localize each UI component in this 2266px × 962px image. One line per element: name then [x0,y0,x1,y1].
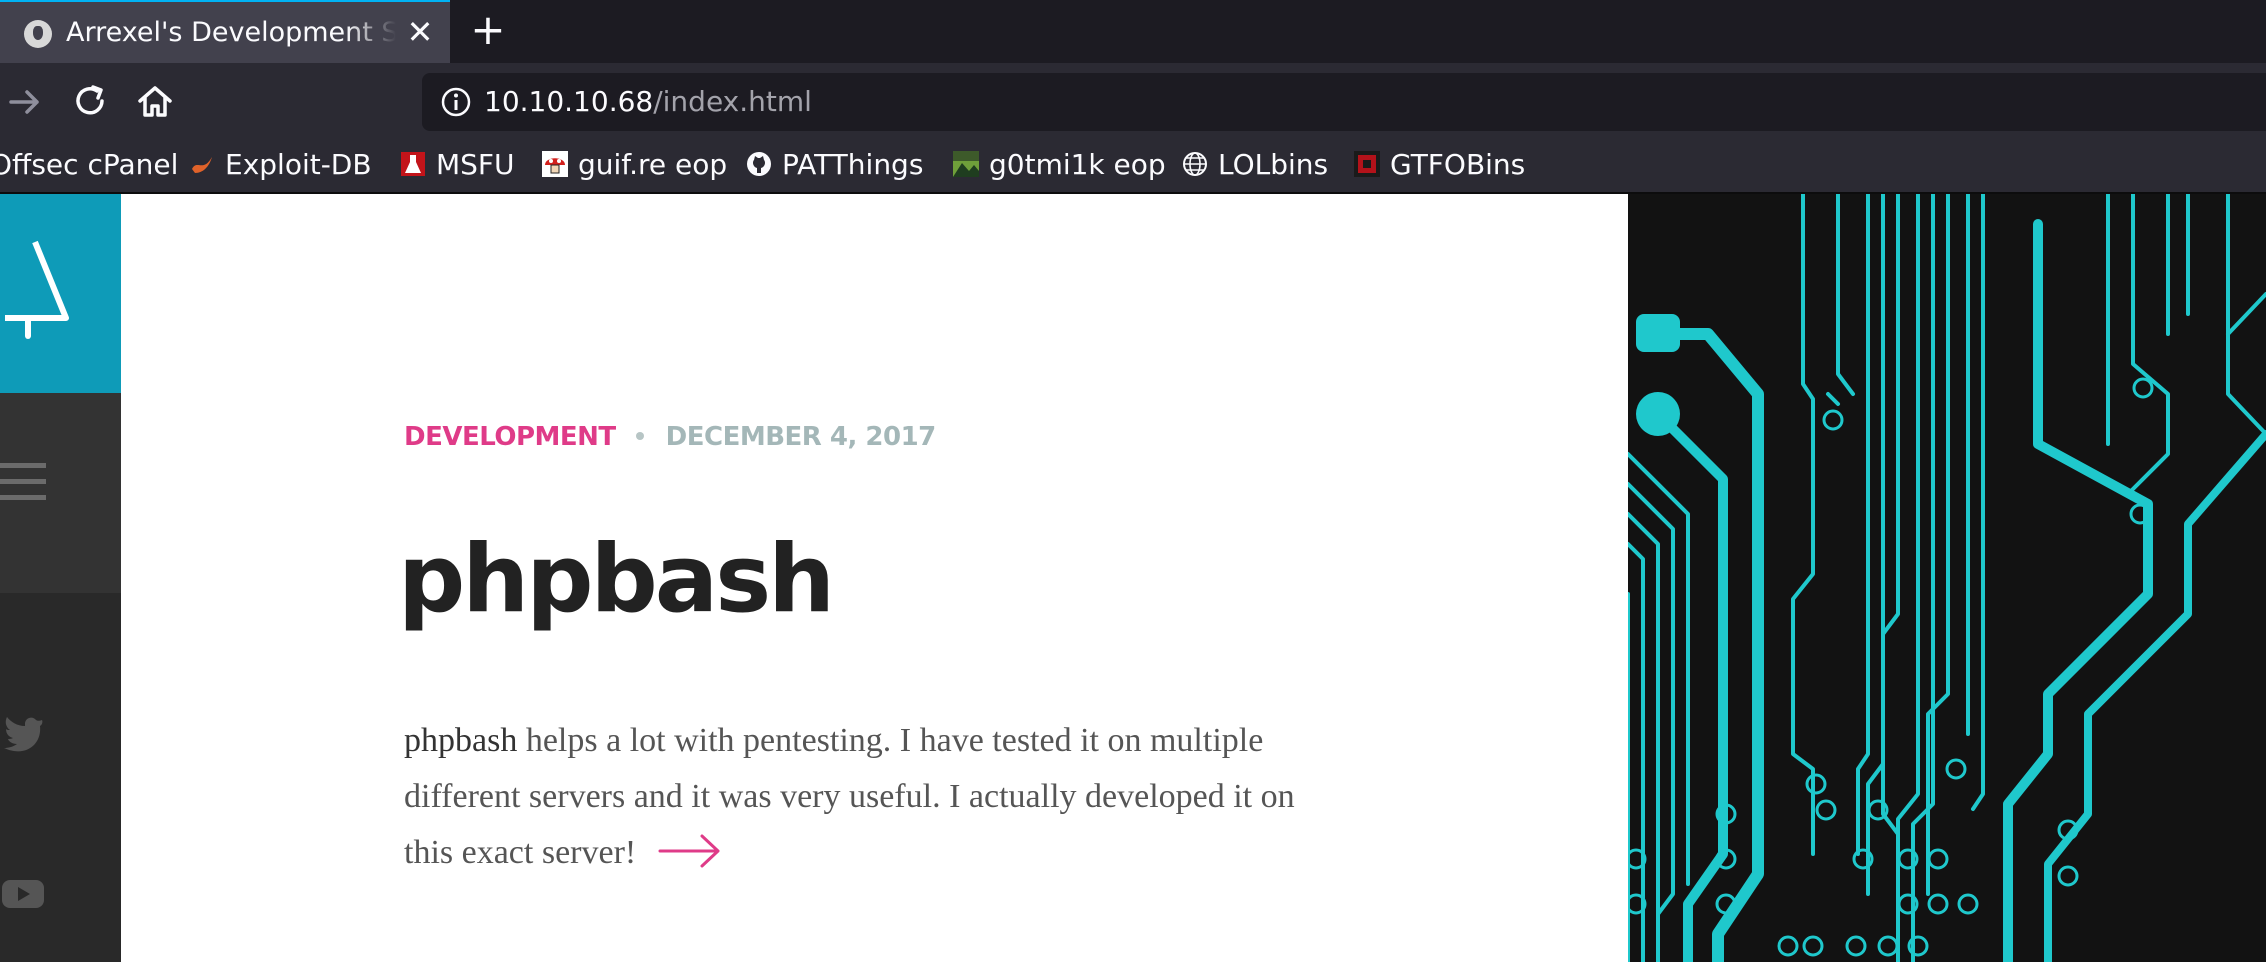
menu-toggle-button[interactable] [0,393,121,593]
tab-strip: Arrexel's Development Site ✕ + [0,0,2266,63]
bookmark-label: Offsec cPanel [0,148,179,181]
browser-tab-active[interactable]: Arrexel's Development Site ✕ [0,0,450,63]
page-viewport: DEVELOPMENT DECEMBER 4, 2017 phpbash phpb… [0,194,2266,962]
post-title[interactable]: phpbash [398,525,835,635]
excerpt-strong: phpbash [404,722,518,759]
exploit-db-icon [192,157,212,173]
forward-arrow-icon [9,90,39,114]
excerpt-text: helps a lot with pentesting. I have test… [404,722,1295,871]
bookmark-label: guif.re eop [578,148,728,181]
reload-icon [76,85,104,115]
bookmark-gtfobins[interactable]: GTFOBins [1354,145,1525,185]
tab-close-icon[interactable]: ✕ [402,14,438,50]
bookmark-exploit-db[interactable]: Exploit-DB [189,145,372,185]
bookmark-label: Exploit-DB [225,148,372,181]
twitter-icon[interactable] [0,708,46,754]
hamburger-menu-icon [0,463,46,500]
bookmark-offsec-cpanel[interactable]: Offsec cPanel [0,145,178,185]
bookmark-label: PATThings [782,148,924,181]
url-bar[interactable]: 10.10.10.68/index.html [422,73,2266,131]
tab-title: Arrexel's Development Site [66,17,396,48]
site-info-icon[interactable] [440,86,472,118]
bookmarks-toolbar: Offsec cPanel Exploit-DB MSFU guif.re eo… [0,140,2266,194]
post-date[interactable]: DECEMBER 4, 2017 [666,422,937,452]
url-host: 10.10.10.68 [484,85,654,118]
landscape-icon [953,151,979,177]
youtube-icon[interactable] [0,870,46,916]
msfu-icon [401,152,425,176]
read-more-arrow-icon[interactable] [658,832,722,870]
gtfobins-icon [1354,151,1380,177]
bookmark-g0tmi1k-eop[interactable]: g0tmi1k eop [953,145,1166,185]
post-category-link[interactable]: DEVELOPMENT [404,422,616,452]
bookmark-patthings[interactable]: PATThings [746,145,923,185]
post-article: DEVELOPMENT DECEMBER 4, 2017 phpbash phpb… [398,194,1364,962]
site-favicon-icon [24,20,52,48]
bookmark-label: MSFU [436,148,515,181]
globe-icon [1183,152,1207,176]
url-path: /index.html [653,85,812,118]
url-text[interactable]: 10.10.10.68/index.html [484,83,812,121]
circuit-board-graphic [1625,194,2266,962]
site-logo[interactable] [0,194,121,393]
bookmark-lolbins[interactable]: LOLbins [1182,145,1328,185]
home-icon [138,86,172,117]
new-tab-button[interactable]: + [466,8,510,52]
mushroom-icon [542,151,568,177]
bookmark-label: g0tmi1k eop [989,148,1166,181]
triangle-logo-icon [5,240,69,339]
forward-button[interactable] [4,81,46,123]
bookmark-msfu[interactable]: MSFU [400,145,515,185]
site-sidebar [0,194,121,962]
post-excerpt: phpbash helps a lot with pentesting. I h… [404,713,1344,881]
home-button[interactable] [134,81,176,123]
github-icon [747,152,771,176]
circuit-board-image [1625,194,2266,962]
navigation-toolbar: 10.10.10.68/index.html [0,63,2266,140]
meta-separator-dot [635,431,644,440]
bookmark-guif-re-eop[interactable]: guif.re eop [542,145,727,185]
reload-button[interactable] [70,81,112,123]
bookmark-label: GTFOBins [1390,148,1526,181]
bookmark-label: LOLbins [1218,148,1329,181]
post-meta: DEVELOPMENT DECEMBER 4, 2017 [404,417,936,457]
